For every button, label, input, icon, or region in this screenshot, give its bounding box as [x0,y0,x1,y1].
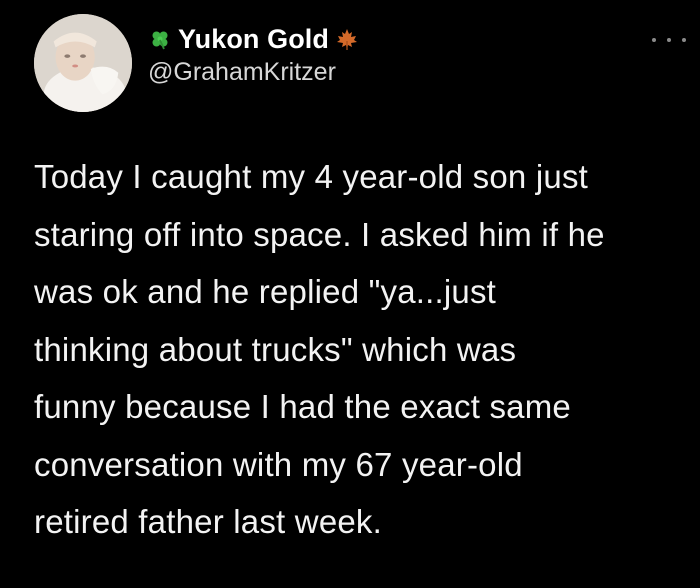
more-options-dot [682,38,686,42]
tweet-text: Today I caught my 4 year-old son just st… [34,158,605,540]
more-options-dot [667,38,671,42]
tweet-card: Yukon Gold @GrahamKritzer Today I caught… [0,0,700,588]
display-name[interactable]: Yukon Gold [178,24,329,55]
more-options-dot [652,38,656,42]
four-leaf-clover-icon [148,27,172,51]
avatar[interactable] [34,14,132,112]
more-options-icon[interactable] [652,34,686,46]
user-handle[interactable]: @GrahamKritzer [148,58,618,87]
name-row: Yukon Gold [148,22,618,56]
baby-avatar-image [34,14,132,112]
tweet-header: Yukon Gold @GrahamKritzer [148,22,618,87]
maple-leaf-icon [335,27,359,51]
